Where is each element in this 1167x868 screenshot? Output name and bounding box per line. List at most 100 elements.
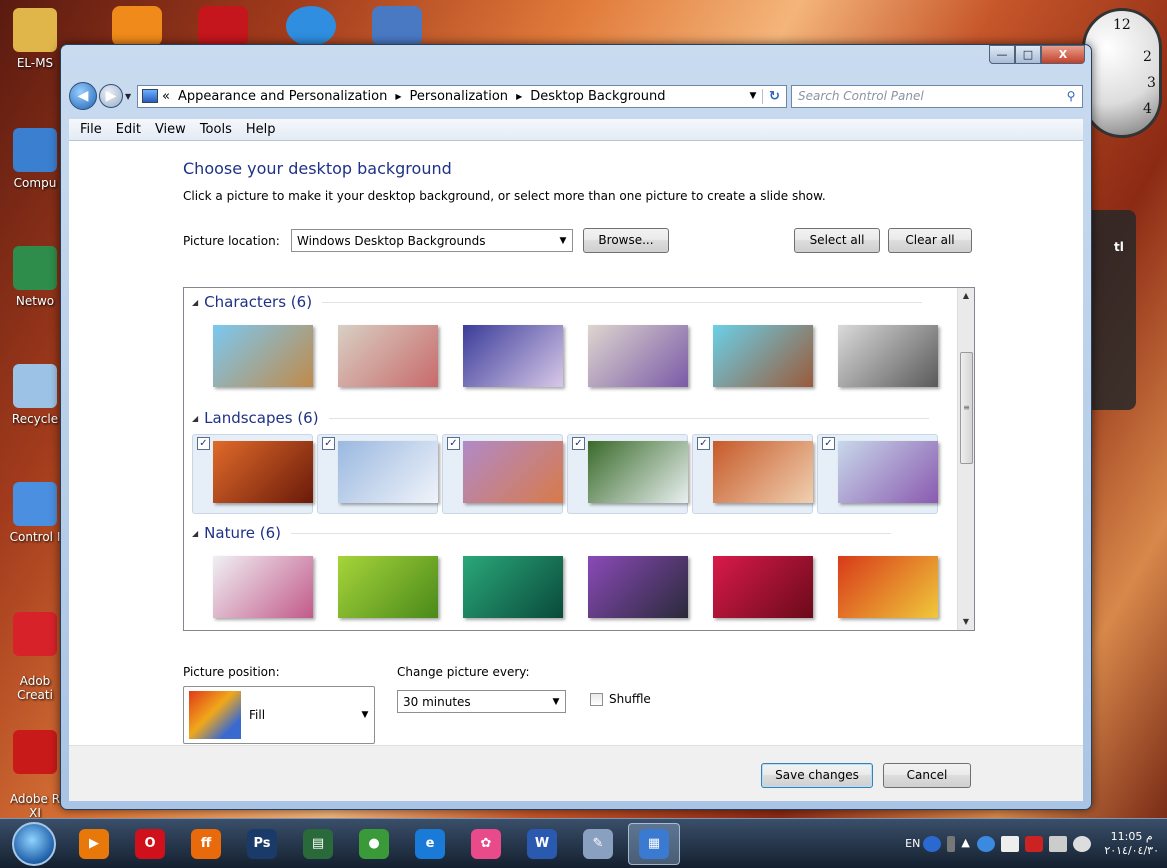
wallpaper-thumbnail[interactable]: ✓ <box>567 434 688 514</box>
cancel-button[interactable]: Cancel <box>883 763 971 788</box>
browse-button[interactable]: Browse... <box>583 228 669 253</box>
taskbar-button[interactable]: O <box>124 823 176 865</box>
menu-view[interactable]: View <box>148 122 193 137</box>
breadcrumb-appearance[interactable]: Appearance and Personalization <box>178 89 387 104</box>
refresh-icon[interactable]: ↻ <box>762 88 786 104</box>
thumbnail-checkbox[interactable]: ✓ <box>572 437 585 450</box>
thumbnail-checkbox[interactable]: ✓ <box>322 437 335 450</box>
desktop-icon-adobe-creative[interactable]: Adob Creati <box>6 598 64 702</box>
mcafee-icon[interactable] <box>198 6 248 46</box>
wallpaper-thumbnail[interactable] <box>692 318 813 398</box>
taskbar-button[interactable]: ff <box>180 823 232 865</box>
scroll-up-icon[interactable]: ▲ <box>958 288 974 304</box>
chevron-right-icon[interactable]: ▶ <box>516 92 522 101</box>
save-changes-button[interactable]: Save changes <box>761 763 873 788</box>
menu-file[interactable]: File <box>73 122 109 137</box>
recent-pages-dropdown[interactable]: ▼ <box>125 92 135 101</box>
taskbar-button[interactable]: W <box>516 823 568 865</box>
wallpaper-thumbnail[interactable] <box>317 549 438 629</box>
help-icon[interactable] <box>923 835 942 852</box>
search-input[interactable]: Search Control Panel ⚲ <box>791 84 1083 108</box>
maximize-button[interactable]: □ <box>1015 45 1041 64</box>
collapse-triangle-icon[interactable]: ◢ <box>192 529 198 538</box>
gallery-scrollbar[interactable]: ▲ ≡ ▼ <box>957 288 974 630</box>
wallpaper-thumbnail[interactable] <box>692 549 813 629</box>
chevron-right-icon[interactable]: ▶ <box>395 92 401 101</box>
installer-icon[interactable] <box>372 6 422 46</box>
wallpaper-thumbnail[interactable]: ✓ <box>317 434 438 514</box>
forward-button[interactable]: ▶ <box>99 84 123 108</box>
desktop-icon-user-folder[interactable]: EL-MS <box>6 8 64 70</box>
thumbnail-checkbox[interactable]: ✓ <box>697 437 710 450</box>
wallpaper-thumbnail[interactable] <box>567 318 688 398</box>
taskbar-button[interactable]: ✿ <box>460 823 512 865</box>
action-center-flag-icon[interactable] <box>1001 835 1020 852</box>
wallpaper-thumbnail[interactable] <box>317 318 438 398</box>
wallpaper-thumbnail[interactable]: ✓ <box>442 434 563 514</box>
show-hidden-icons-icon[interactable]: ▲ <box>961 836 971 852</box>
collapse-triangle-icon[interactable]: ◢ <box>192 414 198 423</box>
taskbar-clock[interactable]: 11:05 م ٢٠١٤/٠٤/٣٠ <box>1104 830 1159 858</box>
thumbnail-checkbox[interactable]: ✓ <box>822 437 835 450</box>
menu-tools[interactable]: Tools <box>193 122 239 137</box>
security-shield-icon[interactable] <box>1025 835 1044 852</box>
close-button[interactable]: X <box>1041 45 1085 64</box>
thumbnail-checkbox[interactable]: ✓ <box>447 437 460 450</box>
back-button[interactable]: ◀ <box>69 82 97 110</box>
address-bar[interactable]: « Appearance and Personalization ▶ Perso… <box>137 84 787 108</box>
taskbar-button[interactable]: e <box>404 823 456 865</box>
wallpaper-thumbnail[interactable]: ✓ <box>817 434 938 514</box>
shuffle-checkbox[interactable] <box>590 693 603 706</box>
wallpaper-thumbnail[interactable] <box>817 318 938 398</box>
taskbar-button[interactable]: ● <box>348 823 400 865</box>
desktop-icon-computer[interactable]: Compu <box>6 128 64 190</box>
taskbar-button[interactable]: ▦ <box>628 822 680 865</box>
wallpaper-thumbnail[interactable] <box>817 549 938 629</box>
thumbnail-checkbox[interactable]: ✓ <box>197 437 210 450</box>
wallpaper-thumbnail[interactable]: ✓ <box>692 434 813 514</box>
group-header[interactable]: ◢ Characters (6) <box>192 292 942 312</box>
breadcrumb-overflow[interactable]: « <box>162 89 170 104</box>
clock-gadget[interactable]: 12 2 3 4 <box>1082 8 1162 138</box>
wallpaper-thumbnail[interactable] <box>192 318 313 398</box>
scrollbar-thumb[interactable]: ≡ <box>960 352 973 464</box>
desktop-icon-adobe-reader[interactable]: Adobe R XI <box>6 716 64 820</box>
desktop-icon-network[interactable]: Netwo <box>6 246 64 308</box>
group-header[interactable]: ◢ Landscapes (6) <box>192 408 942 428</box>
clear-all-button[interactable]: Clear all <box>888 228 972 253</box>
taskbar-button[interactable]: ▶ <box>68 823 120 865</box>
breadcrumb-desktop-background[interactable]: Desktop Background <box>530 89 665 104</box>
address-dropdown-icon[interactable]: ▼ <box>744 91 762 101</box>
collapse-triangle-icon[interactable]: ◢ <box>192 298 198 307</box>
taskbar-button[interactable]: ▤ <box>292 823 344 865</box>
picture-position-select[interactable]: Fill ▼ <box>183 686 375 744</box>
minimize-button[interactable]: — <box>989 45 1015 64</box>
picture-location-select[interactable]: Windows Desktop Backgrounds ▼ <box>291 229 573 252</box>
taskbar-button[interactable]: Ps <box>236 823 288 865</box>
pen-input-icon[interactable] <box>947 835 956 852</box>
wallpaper-thumbnail[interactable]: ✓ <box>192 434 313 514</box>
menu-edit[interactable]: Edit <box>109 122 148 137</box>
volume-icon[interactable] <box>1073 835 1092 852</box>
display-icon[interactable] <box>1049 835 1068 852</box>
search-icon[interactable]: ⚲ <box>1060 89 1082 103</box>
wallpaper-thumbnail[interactable] <box>567 549 688 629</box>
desktop-icon-control-panel[interactable]: Control I <box>6 482 64 544</box>
wallpaper-thumbnail[interactable] <box>442 549 563 629</box>
change-picture-interval-select[interactable]: 30 minutes ▼ <box>397 690 566 713</box>
language-indicator[interactable]: EN <box>905 837 920 850</box>
scroll-down-icon[interactable]: ▼ <box>958 614 974 630</box>
group-header[interactable]: ◢ Nature (6) <box>192 523 942 543</box>
network-status-icon[interactable] <box>977 835 996 852</box>
start-button[interactable] <box>12 821 56 866</box>
wallpaper-thumbnail[interactable] <box>442 318 563 398</box>
desktop-icon-recycle-bin[interactable]: Recycle <box>6 364 64 426</box>
select-all-button[interactable]: Select all <box>794 228 880 253</box>
breadcrumb-personalization[interactable]: Personalization <box>409 89 508 104</box>
wallpaper-thumbnail[interactable] <box>192 549 313 629</box>
avast-icon[interactable] <box>112 6 162 46</box>
menu-help[interactable]: Help <box>239 122 283 137</box>
shuffle-label[interactable]: Shuffle <box>609 692 651 706</box>
update-icon[interactable] <box>286 6 336 46</box>
taskbar-button[interactable]: ✎ <box>572 823 624 865</box>
